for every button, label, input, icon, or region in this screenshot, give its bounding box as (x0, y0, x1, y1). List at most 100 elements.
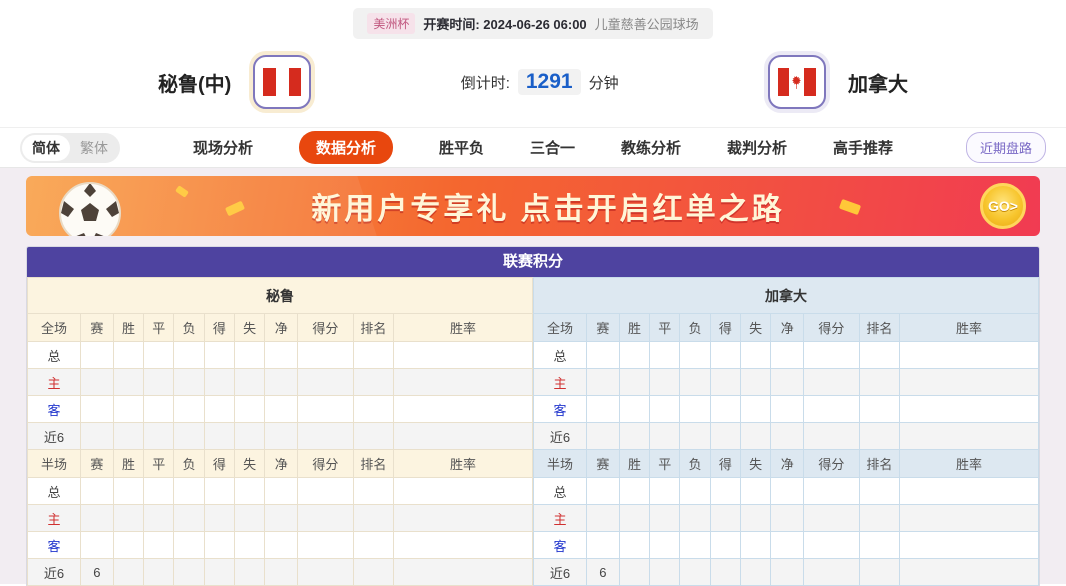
nav-tab-4[interactable]: 教练分析 (621, 137, 681, 158)
stat-cell (771, 369, 804, 396)
stat-cell (81, 342, 114, 369)
stat-col-header: 失 (235, 314, 265, 342)
stat-cell (235, 478, 265, 505)
countdown-label: 倒计时: (461, 72, 510, 93)
confetti-icon (175, 185, 189, 198)
stat-cell (81, 532, 114, 559)
stat-cell (680, 423, 710, 450)
stat-cell (741, 396, 771, 423)
stat-cell (771, 505, 804, 532)
recent-odds-button[interactable]: 近期盘路 (966, 132, 1046, 163)
stat-cell (144, 423, 174, 450)
stat-cell (587, 423, 620, 450)
stat-cell (235, 342, 265, 369)
stat-cell (619, 559, 649, 586)
stat-col-header: 排名 (353, 314, 393, 342)
stat-cell (741, 369, 771, 396)
stat-col-header: 得 (204, 314, 234, 342)
table-row: 客 (28, 532, 533, 559)
nav-tabs: 现场分析 数据分析 胜平负 三合一 教练分析 裁判分析 高手推荐 (120, 131, 966, 164)
stat-cell (619, 478, 649, 505)
stat-cell (174, 478, 204, 505)
stat-cell (587, 342, 620, 369)
stat-cell (204, 369, 234, 396)
stat-cell (804, 505, 860, 532)
stat-cell (771, 396, 804, 423)
nav-tab-3[interactable]: 三合一 (530, 137, 575, 158)
nav-tab-2[interactable]: 胜平负 (439, 137, 484, 158)
away-team: 加拿大 (768, 55, 908, 109)
stat-cell (113, 478, 143, 505)
away-flag-box (768, 55, 826, 109)
stat-cell (771, 423, 804, 450)
stat-cell (144, 532, 174, 559)
lang-simplified[interactable]: 简体 (22, 135, 70, 161)
stat-cell (710, 423, 740, 450)
stat-cell (353, 342, 393, 369)
stat-cell (81, 396, 114, 423)
stat-cell (265, 396, 298, 423)
stat-cell (710, 532, 740, 559)
row-label: 客 (534, 532, 587, 559)
stat-cell (144, 478, 174, 505)
stat-col-header: 失 (741, 450, 771, 478)
teams-row: 秘鲁(中) 倒计时: 1291 分钟 (0, 39, 1066, 127)
go-circle-icon[interactable]: GO> (980, 183, 1026, 229)
stat-cell (900, 423, 1039, 450)
table-row: 主 (28, 369, 533, 396)
stat-cell (394, 532, 533, 559)
team-name-header: 秘鲁 (28, 278, 533, 314)
stat-cell (174, 369, 204, 396)
stat-cell (710, 342, 740, 369)
stat-cell (680, 478, 710, 505)
stat-cell (394, 478, 533, 505)
nav-tab-5[interactable]: 裁判分析 (727, 137, 787, 158)
row-label: 总 (28, 478, 81, 505)
stat-cell (298, 423, 354, 450)
stat-cell (650, 559, 680, 586)
promo-banner[interactable]: 新用户专享礼 点击开启红单之路 GO> (26, 176, 1040, 236)
stat-cell (619, 342, 649, 369)
stat-col-header: 净 (265, 314, 298, 342)
stat-col-header: 负 (174, 450, 204, 478)
stat-cell (265, 505, 298, 532)
kickoff-time: 开赛时间: 2024-06-26 06:00 (423, 14, 586, 33)
away-team-stats-table: 加拿大全场赛胜平负得失净得分排名胜率总主客近6半场赛胜平负得失净得分排名胜率总主… (533, 277, 1039, 586)
stat-cell (804, 478, 860, 505)
stat-col-header: 排名 (859, 314, 899, 342)
nav-tab-0[interactable]: 现场分析 (193, 137, 253, 158)
team-name-header: 加拿大 (534, 278, 1039, 314)
stat-cell (771, 342, 804, 369)
lang-traditional[interactable]: 繁体 (70, 135, 118, 161)
row-label: 主 (534, 505, 587, 532)
stat-cell (859, 369, 899, 396)
stat-col-header: 胜率 (900, 450, 1039, 478)
stat-col-header: 赛 (81, 314, 114, 342)
stat-cell (298, 342, 354, 369)
stat-cell (204, 342, 234, 369)
stat-cell: 6 (81, 559, 114, 586)
stat-cell (81, 478, 114, 505)
stat-cell (619, 532, 649, 559)
stat-cell (353, 478, 393, 505)
stat-cell (235, 559, 265, 586)
table-row: 主 (534, 505, 1039, 532)
stat-col-header: 平 (650, 450, 680, 478)
nav-tab-6[interactable]: 高手推荐 (833, 137, 893, 158)
table-title: 联赛积分 (27, 247, 1039, 277)
stat-cell (859, 559, 899, 586)
stat-cell (113, 396, 143, 423)
stat-col-header: 胜率 (394, 450, 533, 478)
row-label: 近6 (28, 423, 81, 450)
stat-cell (859, 396, 899, 423)
stat-cell (741, 559, 771, 586)
stat-cell (619, 423, 649, 450)
nav-tab-1[interactable]: 数据分析 (299, 131, 393, 164)
row-label: 主 (534, 369, 587, 396)
stat-cell (113, 342, 143, 369)
stat-cell (710, 505, 740, 532)
section-header: 半场 (28, 450, 81, 478)
stat-cell (680, 505, 710, 532)
stat-cell (394, 342, 533, 369)
stat-cell (859, 505, 899, 532)
